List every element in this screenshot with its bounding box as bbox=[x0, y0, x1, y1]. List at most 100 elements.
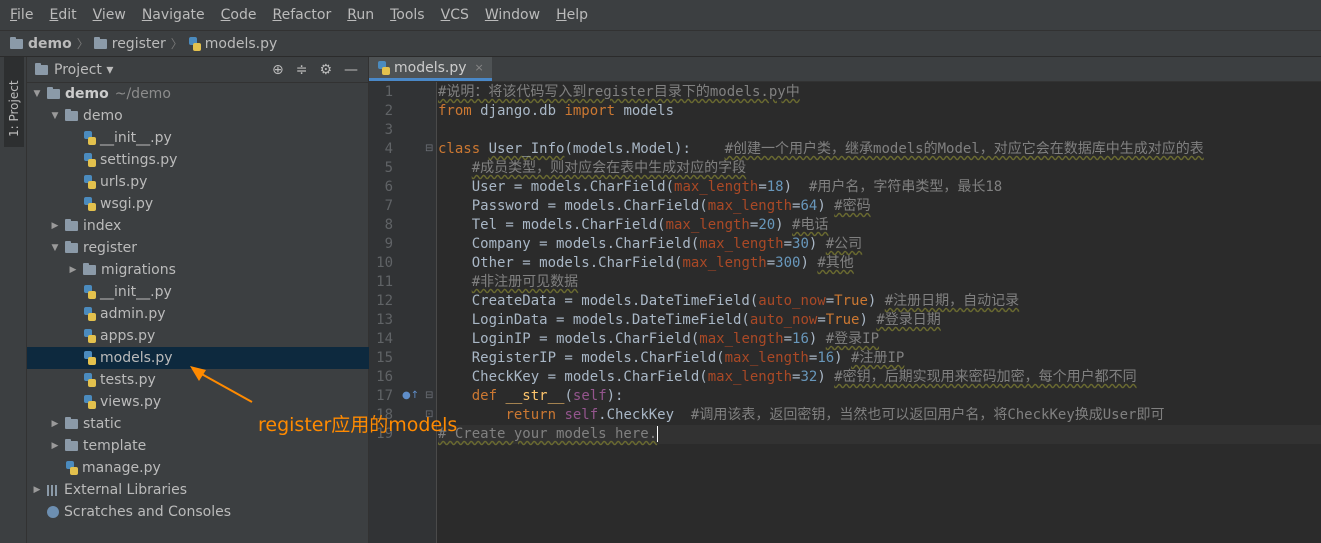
chevron-right-icon: 〉 bbox=[170, 37, 183, 51]
tree-item-demo[interactable]: ▼ demo ~/demo bbox=[27, 83, 369, 105]
text-caret bbox=[657, 426, 659, 442]
line-number: 1 bbox=[384, 84, 393, 100]
tree-item-tests-py[interactable]: tests.py bbox=[27, 369, 369, 391]
code-line[interactable]: from django.db import models bbox=[438, 102, 1321, 121]
tree-item--init-py[interactable]: __init__.py bbox=[27, 281, 369, 303]
code-line[interactable]: Company = models.CharField(max_length=30… bbox=[438, 235, 1321, 254]
line-number: 3 bbox=[384, 122, 393, 138]
code-line[interactable]: Password = models.CharField(max_length=6… bbox=[438, 197, 1321, 216]
close-icon[interactable]: × bbox=[475, 61, 484, 74]
folder-icon bbox=[83, 263, 96, 275]
tree-item-wsgi-py[interactable]: wsgi.py bbox=[27, 193, 369, 215]
menu-item-window[interactable]: Window bbox=[477, 7, 548, 23]
tab-models-py[interactable]: models.py × bbox=[369, 57, 492, 81]
fold-marker-icon[interactable]: ⊟ bbox=[425, 390, 433, 401]
menu-item-run[interactable]: Run bbox=[339, 7, 382, 23]
collapsed-arrow-icon[interactable]: ▶ bbox=[67, 265, 79, 275]
collapsed-arrow-icon[interactable]: ▶ bbox=[49, 221, 61, 231]
tree-item-admin-py[interactable]: admin.py bbox=[27, 303, 369, 325]
tree-item-index[interactable]: ▶ index bbox=[27, 215, 369, 237]
code-token: CreateData = models.DateTimeField( bbox=[438, 293, 759, 309]
code-line[interactable]: def __str__(self): bbox=[438, 387, 1321, 406]
menu-item-edit[interactable]: Edit bbox=[41, 7, 84, 23]
project-tool-tab[interactable]: 1: Project bbox=[4, 57, 24, 147]
python-file-icon bbox=[83, 351, 96, 365]
code-line[interactable]: # Create your models here. bbox=[438, 425, 1321, 444]
line-number: 12 bbox=[376, 293, 393, 309]
code-area[interactable]: #说明：将该代码写入到register目录下的models.py中 from dj… bbox=[438, 82, 1321, 543]
expanded-arrow-icon[interactable]: ▼ bbox=[49, 243, 61, 253]
tree-item--init-py[interactable]: __init__.py bbox=[27, 127, 369, 149]
tree-item-demo[interactable]: ▼ demo bbox=[27, 105, 369, 127]
folder-icon bbox=[93, 36, 107, 49]
gear-icon[interactable]: ⚙ bbox=[319, 62, 332, 78]
menu-item-file[interactable]: File bbox=[2, 7, 41, 23]
code-line[interactable]: Other = models.CharField(max_length=300)… bbox=[438, 254, 1321, 273]
code-token: 18 bbox=[766, 179, 784, 195]
code-line[interactable]: LoginData = models.DateTimeField(auto_no… bbox=[438, 311, 1321, 330]
tree-item-register[interactable]: ▼ register bbox=[27, 237, 369, 259]
code-token: class bbox=[438, 141, 481, 157]
menu-item-navigate[interactable]: Navigate bbox=[134, 7, 213, 23]
breadcrumb-demo[interactable]: demo bbox=[10, 36, 72, 52]
expanded-arrow-icon[interactable]: ▼ bbox=[31, 89, 43, 99]
code-token: ) bbox=[867, 293, 885, 309]
code-line[interactable]: CheckKey = models.CharField(max_length=3… bbox=[438, 368, 1321, 387]
code-token: #调用该表，返回密钥，当然也可以返回用户名，将CheckKey换成User即可 bbox=[690, 407, 1165, 423]
menu-item-view[interactable]: View bbox=[85, 7, 134, 23]
override-method-icon[interactable]: ●↑ bbox=[402, 390, 419, 401]
collapsed-arrow-icon[interactable]: ▶ bbox=[31, 485, 43, 495]
tree-item-external-libraries[interactable]: ▶ External Libraries bbox=[27, 479, 369, 501]
tree-item-template[interactable]: ▶ template bbox=[27, 435, 369, 457]
tree-item-migrations[interactable]: ▶ migrations bbox=[27, 259, 369, 281]
code-line[interactable] bbox=[438, 121, 1321, 140]
project-view-selector[interactable]: Project ▾ bbox=[54, 62, 113, 78]
menu-item-tools[interactable]: Tools bbox=[382, 7, 433, 23]
code-line[interactable]: User = models.CharField(max_length=18) #… bbox=[438, 178, 1321, 197]
code-line[interactable]: CreateData = models.DateTimeField(auto_n… bbox=[438, 292, 1321, 311]
tree-item-apps-py[interactable]: apps.py bbox=[27, 325, 369, 347]
code-token: models bbox=[615, 103, 675, 119]
tree-item-label: admin.py bbox=[100, 306, 166, 322]
project-panel: Project ▾ ⊕ ≑ ⚙ — ▼ demo ~/demo ▼ demo __init… bbox=[27, 57, 369, 543]
code-token: max_length bbox=[665, 217, 750, 233]
code-token: 16 bbox=[817, 350, 835, 366]
code-line[interactable]: Tel = models.CharField(max_length=20) #电… bbox=[438, 216, 1321, 235]
expanded-arrow-icon[interactable]: ▼ bbox=[49, 111, 61, 121]
breadcrumb-models-py[interactable]: models.py bbox=[188, 36, 277, 52]
code-line[interactable]: RegisterIP = models.CharField(max_length… bbox=[438, 349, 1321, 368]
line-number: 10 bbox=[376, 255, 393, 271]
code-token: Company = models.CharField( bbox=[438, 236, 700, 252]
code-line[interactable]: class User_Info(models.Model): #创建一个用户类，… bbox=[438, 140, 1321, 159]
code-line[interactable]: #非注册可见数据 bbox=[438, 273, 1321, 292]
code-token: #密码 bbox=[834, 198, 871, 214]
collapse-all-icon[interactable]: ≑ bbox=[296, 62, 308, 78]
code-line[interactable]: #说明：将该代码写入到register目录下的models.py中 bbox=[438, 83, 1321, 102]
minimize-icon[interactable]: — bbox=[344, 62, 358, 78]
project-tool-tab-label: 1: Project bbox=[7, 80, 21, 137]
tree-item-urls-py[interactable]: urls.py bbox=[27, 171, 369, 193]
tree-item-settings-py[interactable]: settings.py bbox=[27, 149, 369, 171]
code-line[interactable]: #成员类型，则对应会在表中生成对应的字段 bbox=[438, 159, 1321, 178]
menu-mnemonic: F bbox=[10, 7, 18, 23]
breadcrumb-register[interactable]: register bbox=[93, 36, 166, 52]
menu-item-refactor[interactable]: Refactor bbox=[264, 7, 339, 23]
menu-item-help[interactable]: Help bbox=[548, 7, 596, 23]
code-line[interactable]: return self.CheckKey #调用该表，返回密钥，当然也可以返回用… bbox=[438, 406, 1321, 425]
menu-item-vcs[interactable]: VCS bbox=[433, 7, 477, 23]
code-line[interactable]: LoginIP = models.CharField(max_length=16… bbox=[438, 330, 1321, 349]
menu-bar: File Edit View Navigate Code Refactor Run Tools… bbox=[0, 0, 1321, 30]
python-file-icon bbox=[65, 461, 78, 475]
tree-item-models-py[interactable]: models.py bbox=[27, 347, 369, 369]
code-token: ) bbox=[817, 198, 835, 214]
menu-item-code[interactable]: Code bbox=[213, 7, 265, 23]
collapsed-arrow-icon[interactable]: ▶ bbox=[49, 441, 61, 451]
menu-label: ile bbox=[17, 7, 34, 23]
tree-item-scratches-and-consoles[interactable]: Scratches and Consoles bbox=[27, 501, 369, 523]
collapsed-arrow-icon[interactable]: ▶ bbox=[49, 419, 61, 429]
line-number: 7 bbox=[384, 198, 393, 214]
tree-item-manage-py[interactable]: manage.py bbox=[27, 457, 369, 479]
fold-marker-icon[interactable]: ⊟ bbox=[425, 143, 433, 154]
line-gutter: 1 2 3 4 5 6 7 8 9 10 11 12 13 14 15 16 17 18 19 ⊟ ⊟ ⊡ ●↑ bbox=[369, 82, 437, 543]
locate-file-icon[interactable]: ⊕ bbox=[272, 62, 284, 78]
